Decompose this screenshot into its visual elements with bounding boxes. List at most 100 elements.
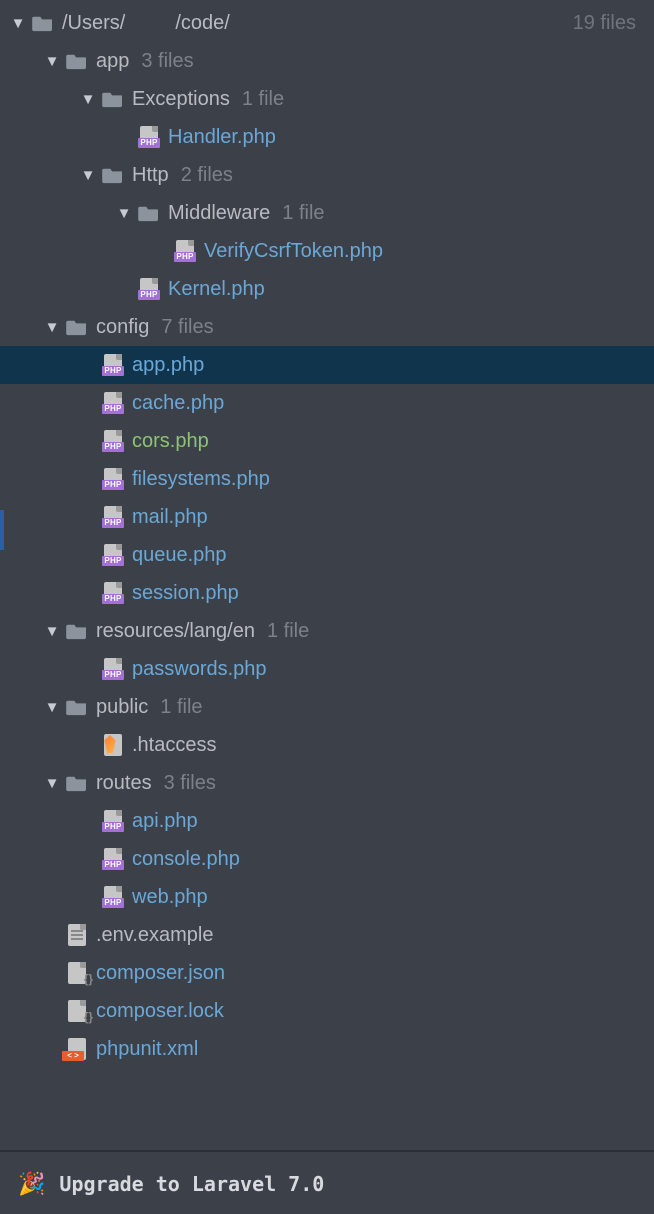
xml-file-icon: < >	[64, 1037, 90, 1061]
folder-label: routes	[96, 772, 152, 795]
file-label: web.php	[132, 886, 208, 909]
file-label: .htaccess	[132, 734, 216, 757]
tree-row-folder[interactable]: ▼ config 7 files	[0, 308, 654, 346]
file-label: VerifyCsrfToken.php	[204, 240, 383, 263]
folder-icon	[64, 49, 90, 73]
file-count: 1 file	[267, 620, 309, 643]
file-label: session.php	[132, 582, 239, 605]
file-label: cors.php	[132, 430, 209, 453]
chevron-down-icon[interactable]: ▼	[112, 205, 136, 222]
php-file-icon: PHP	[100, 429, 126, 453]
tree-row-root[interactable]: ▼ /Users/xxxxx/code/xxxxxxx 19 files	[0, 4, 654, 42]
file-label: Handler.php	[168, 126, 276, 149]
tree-row-folder[interactable]: ▼ Exceptions 1 file	[0, 80, 654, 118]
file-label: cache.php	[132, 392, 224, 415]
tree-row-file[interactable]: ▼ PHP VerifyCsrfToken.php	[0, 232, 654, 270]
tree-row-file[interactable]: ▼ PHP Kernel.php	[0, 270, 654, 308]
php-file-icon: PHP	[100, 467, 126, 491]
file-label: queue.php	[132, 544, 227, 567]
tree-row-folder[interactable]: ▼ public 1 file	[0, 688, 654, 726]
tree-row-file[interactable]: ▼ PHP mail.php	[0, 498, 654, 536]
root-path: /Users/xxxxx/code/xxxxxxx	[62, 12, 300, 35]
php-file-icon: PHP	[100, 657, 126, 681]
tree-row-file[interactable]: ▼ PHP session.php	[0, 574, 654, 612]
file-count: 19 files	[573, 12, 636, 35]
folder-icon	[64, 695, 90, 719]
tree-row-file[interactable]: ▼ PHP cors.php	[0, 422, 654, 460]
tree-row-file[interactable]: ▼ PHP filesystems.php	[0, 460, 654, 498]
file-label: passwords.php	[132, 658, 267, 681]
chevron-down-icon[interactable]: ▼	[76, 91, 100, 108]
folder-icon	[64, 771, 90, 795]
tree-row-file[interactable]: ▼ < > phpunit.xml	[0, 1030, 654, 1068]
php-file-icon: PHP	[100, 809, 126, 833]
folder-icon	[64, 315, 90, 339]
file-label: .env.example	[96, 924, 213, 947]
tree-row-folder[interactable]: ▼ resources/lang/en 1 file	[0, 612, 654, 650]
file-label: composer.json	[96, 962, 225, 985]
chevron-down-icon[interactable]: ▼	[40, 53, 64, 70]
folder-icon	[136, 201, 162, 225]
file-count: 1 file	[160, 696, 202, 719]
file-count: 1 file	[242, 88, 284, 111]
tree-row-file[interactable]: ▼ .env.example	[0, 916, 654, 954]
tree-row-file[interactable]: ▼ {} composer.lock	[0, 992, 654, 1030]
file-label: composer.lock	[96, 1000, 224, 1023]
chevron-down-icon[interactable]: ▼	[6, 15, 30, 32]
folder-icon	[30, 11, 56, 35]
folder-label: Http	[132, 164, 169, 187]
folder-label: app	[96, 50, 129, 73]
php-file-icon: PHP	[100, 391, 126, 415]
tree-row-file[interactable]: ▼ {} composer.json	[0, 954, 654, 992]
folder-icon	[64, 619, 90, 643]
file-label: app.php	[132, 354, 204, 377]
tree-row-file[interactable]: ▼ PHP web.php	[0, 878, 654, 916]
file-tree: ▼ /Users/xxxxx/code/xxxxxxx 19 files ▼ a…	[0, 0, 654, 1068]
chevron-down-icon[interactable]: ▼	[40, 623, 64, 640]
folder-icon	[100, 163, 126, 187]
folder-label: Middleware	[168, 202, 270, 225]
panel-divider	[0, 1150, 654, 1152]
file-label: api.php	[132, 810, 198, 833]
file-label: filesystems.php	[132, 468, 270, 491]
tree-row-file[interactable]: ▼ PHP passwords.php	[0, 650, 654, 688]
file-count: 3 files	[164, 772, 216, 795]
chevron-down-icon[interactable]: ▼	[76, 167, 100, 184]
chevron-down-icon[interactable]: ▼	[40, 319, 64, 336]
folder-label: public	[96, 696, 148, 719]
tree-row-file[interactable]: ▼ PHP api.php	[0, 802, 654, 840]
file-count: 2 files	[181, 164, 233, 187]
text-file-icon	[64, 923, 90, 947]
tree-row-folder[interactable]: ▼ Middleware 1 file	[0, 194, 654, 232]
tree-row-file[interactable]: ▼ PHP cache.php	[0, 384, 654, 422]
tree-row-file[interactable]: ▼ PHP queue.php	[0, 536, 654, 574]
file-label: phpunit.xml	[96, 1038, 198, 1061]
json-file-icon: {}	[64, 961, 90, 985]
tree-row-folder[interactable]: ▼ app 3 files	[0, 42, 654, 80]
left-edge-indicator	[0, 510, 4, 550]
php-file-icon: PHP	[136, 277, 162, 301]
tree-row-folder[interactable]: ▼ Http 2 files	[0, 156, 654, 194]
file-count: 1 file	[282, 202, 324, 225]
tree-row-file[interactable]: ▼ .htaccess	[0, 726, 654, 764]
php-file-icon: PHP	[100, 885, 126, 909]
tree-row-file-selected[interactable]: ▼ PHP app.php	[0, 346, 654, 384]
chevron-down-icon[interactable]: ▼	[40, 699, 64, 716]
file-label: console.php	[132, 848, 240, 871]
htaccess-file-icon	[100, 733, 126, 757]
php-file-icon: PHP	[136, 125, 162, 149]
php-file-icon: PHP	[100, 847, 126, 871]
file-count: 3 files	[141, 50, 193, 73]
tree-row-file[interactable]: ▼ PHP Handler.php	[0, 118, 654, 156]
php-file-icon: PHP	[100, 353, 126, 377]
tree-row-folder[interactable]: ▼ routes 3 files	[0, 764, 654, 802]
php-file-icon: PHP	[100, 505, 126, 529]
chevron-down-icon[interactable]: ▼	[40, 775, 64, 792]
file-label: Kernel.php	[168, 278, 265, 301]
tree-row-file[interactable]: ▼ PHP console.php	[0, 840, 654, 878]
json-file-icon: {}	[64, 999, 90, 1023]
status-bar[interactable]: 🎉 Upgrade to Laravel 7.0	[0, 1154, 654, 1214]
folder-label: config	[96, 316, 149, 339]
file-count: 7 files	[161, 316, 213, 339]
status-text: Upgrade to Laravel 7.0	[59, 1172, 324, 1196]
